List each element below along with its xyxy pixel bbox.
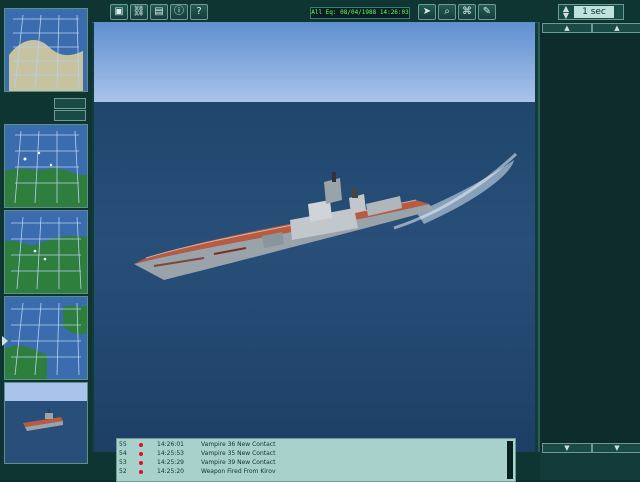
cube-icon[interactable]: ▣ — [110, 4, 128, 20]
log-message: Vampire 39 New Contact — [201, 459, 276, 466]
log-message: Weapon Fired From Kirov — [201, 468, 276, 475]
right-panel-scroll-top: ▲ ▲ — [540, 22, 640, 33]
log-row: 55 14:26:01 Vampire 36 New Contact — [117, 441, 515, 449]
pointer-icon[interactable]: ➤ — [418, 4, 436, 20]
help-icon[interactable]: ? — [190, 4, 208, 20]
time-compression-label: 1 sec — [574, 6, 614, 18]
log-time: 14:25:29 — [157, 459, 184, 466]
log-scrollbar[interactable] — [507, 441, 513, 479]
camera-thumbnail-graphic — [5, 383, 87, 463]
magnify-icon[interactable]: ⌕ — [438, 4, 456, 20]
map-icon[interactable]: ⌘ — [458, 4, 476, 20]
log-id: 52 — [119, 468, 127, 475]
ship-scene — [134, 152, 518, 280]
scroll-down-button[interactable]: ▼ — [542, 443, 592, 453]
log-row: 54 14:25:53 Vampire 35 New Contact — [117, 450, 515, 458]
message-log[interactable]: 55 14:26:01 Vampire 36 New Contact 54 14… — [116, 438, 516, 482]
time-compression-arrows-icon[interactable]: ▲ ▼ — [561, 5, 571, 20]
log-message: Vampire 35 New Contact — [201, 450, 276, 457]
map-thumbnail-3[interactable] — [4, 210, 88, 294]
map-view-button[interactable] — [54, 110, 86, 121]
scroll-down-button-2[interactable]: ▼ — [592, 443, 640, 453]
chain-icon[interactable]: ⛓ — [130, 4, 148, 20]
main-3d-viewport[interactable] — [94, 22, 535, 452]
log-row: 52 14:25:20 Weapon Fired From Kirov — [117, 468, 515, 476]
scroll-up-button[interactable]: ▲ — [542, 23, 592, 33]
map-thumbnail-4-graphic — [5, 297, 87, 379]
document-icon[interactable]: ▤ — [150, 4, 168, 20]
map-thumbnail-2-graphic — [5, 125, 87, 207]
map-thumbnail-2[interactable] — [4, 124, 88, 208]
log-time: 14:26:01 — [157, 441, 184, 448]
right-panel-scroll-bottom: ▼ ▼ — [540, 442, 640, 453]
alert-dot-icon — [139, 443, 143, 447]
map-thumbnail-1-graphic — [5, 9, 87, 91]
left-sidebar — [0, 0, 92, 480]
map-zoom-button[interactable] — [54, 98, 86, 109]
right-panel: ▲ ▲ ▼ ▼ — [538, 22, 640, 453]
map-mini-controls — [6, 94, 86, 121]
map-thumbnail-3-graphic — [5, 211, 87, 293]
pen-icon[interactable]: ✎ — [478, 4, 496, 20]
log-time: 14:25:20 — [157, 468, 184, 475]
log-id: 55 — [119, 441, 127, 448]
alert-dot-icon — [139, 461, 143, 465]
scroll-up-button-2[interactable]: ▲ — [592, 23, 640, 33]
time-compression-control[interactable]: ▲ ▼ 1 sec — [558, 4, 624, 20]
log-time: 14:25:53 — [157, 450, 184, 457]
map-thumbnail-1[interactable] — [4, 8, 88, 92]
log-row: 53 14:25:29 Vampire 39 New Contact — [117, 459, 515, 467]
alert-dot-icon — [139, 452, 143, 456]
top-toolbar: ▣ ⛓ ▤ ⓘ ? All Eq: 08/04/1988 14:26:03 ➤ … — [92, 0, 640, 23]
mouse-cursor-icon — [2, 336, 8, 346]
date-time-display: All Eq: 08/04/1988 14:26:03 — [310, 7, 410, 19]
info-icon[interactable]: ⓘ — [170, 4, 188, 20]
alert-dot-icon — [139, 470, 143, 474]
log-id: 53 — [119, 459, 127, 466]
log-id: 54 — [119, 450, 127, 457]
bottom-left-control[interactable] — [92, 452, 116, 480]
bottom-right-control[interactable] — [516, 452, 540, 480]
camera-thumbnail[interactable] — [4, 382, 88, 464]
map-thumbnail-4[interactable] — [4, 296, 88, 380]
log-message: Vampire 36 New Contact — [201, 441, 276, 448]
